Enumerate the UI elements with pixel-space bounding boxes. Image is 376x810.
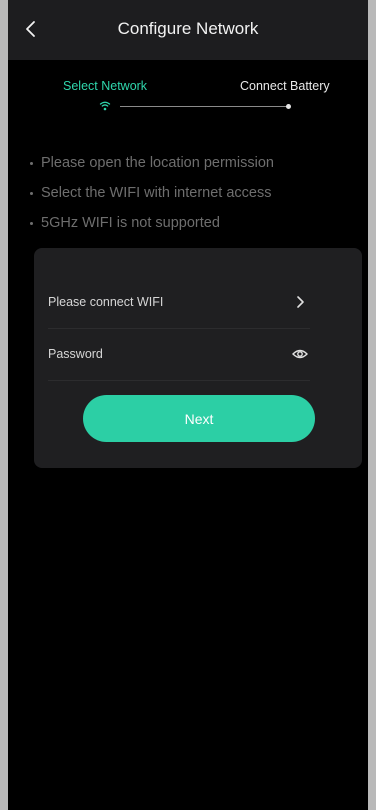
header-bar: Configure Network (8, 0, 368, 60)
bullet-icon (30, 221, 33, 225)
tips-list: Please open the location permission Sele… (28, 148, 358, 238)
step-progress-line (120, 106, 288, 107)
step-end-dot (286, 104, 291, 109)
phone-screen: Configure Network Select Network Connect… (8, 0, 368, 810)
chevron-right-icon (290, 292, 310, 312)
wifi-icon (99, 101, 111, 111)
eye-icon[interactable] (290, 344, 310, 364)
page-title: Configure Network (117, 19, 259, 38)
tip-text: 5GHz WIFI is not supported (41, 215, 220, 231)
wifi-select-label: Please connect WIFI (48, 295, 164, 309)
step-connect-battery: Connect Battery (240, 79, 330, 93)
wifi-select-row[interactable]: Please connect WIFI (48, 276, 310, 329)
bullet-icon (30, 161, 33, 165)
bullet-icon (30, 191, 33, 195)
tip-item: Select the WIFI with internet access (28, 178, 358, 208)
tip-item: 5GHz WIFI is not supported (28, 208, 358, 238)
tip-text: Please open the location permission (41, 155, 274, 171)
step-select-network: Select Network (63, 79, 148, 93)
password-field[interactable] (48, 347, 248, 361)
tip-item: Please open the location permission (28, 148, 358, 178)
step-indicator: Select Network Connect Battery (8, 60, 368, 120)
next-button[interactable]: Next (83, 395, 315, 442)
tip-text: Select the WIFI with internet access (41, 185, 272, 201)
password-row (48, 328, 310, 381)
